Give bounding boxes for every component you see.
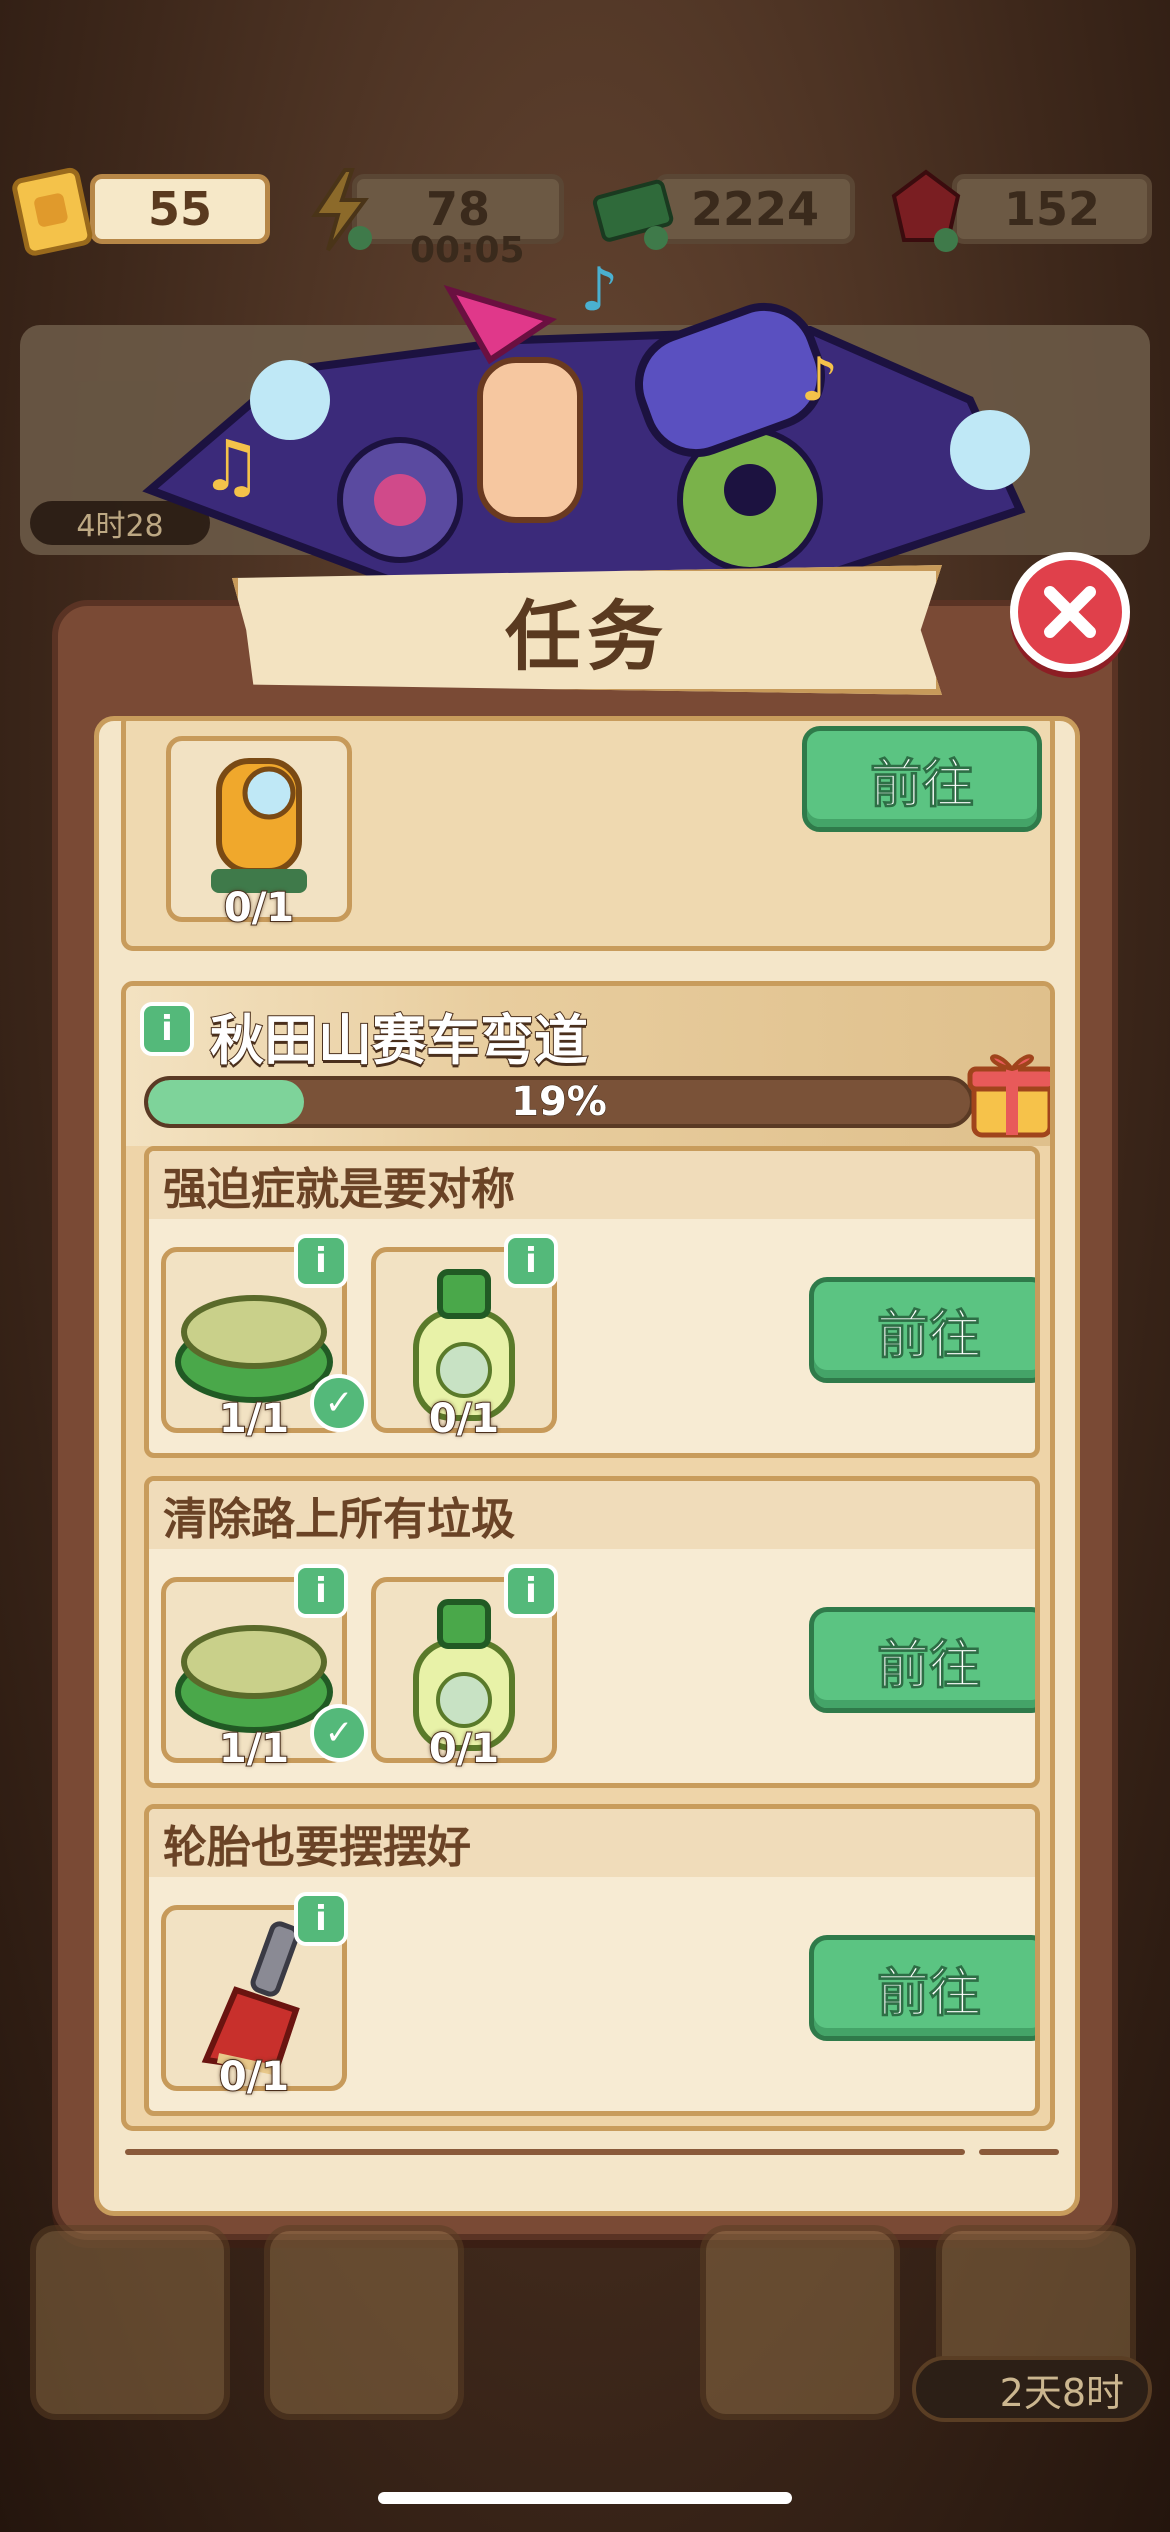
- svg-text:♪: ♪: [580, 255, 618, 325]
- task-item-count: 0/1: [218, 2053, 290, 2101]
- panel-title-ribbon: 任务: [232, 565, 942, 695]
- resource-bar: 55 78 00:05 2224 152: [0, 160, 1170, 271]
- go-button[interactable]: 前往: [809, 1935, 1035, 2041]
- task-item[interactable]: 1/1 i ✓: [161, 1234, 368, 1443]
- close-button[interactable]: [1010, 552, 1130, 672]
- task-list[interactable]: 0/1 前往 i 秋田山赛车弯道 19% 强迫症就是要对称 1/1 i ✓ 0/…: [94, 716, 1080, 2216]
- home-indicator[interactable]: [378, 2492, 792, 2504]
- task-item-count: 0/1: [223, 884, 295, 932]
- ticket-count: 55: [147, 182, 212, 236]
- task-item[interactable]: 0/1 i: [371, 1564, 558, 1773]
- item-info-icon[interactable]: i: [504, 1564, 558, 1618]
- road-progress-text: 19%: [511, 1079, 608, 1125]
- panel-title: 任务: [505, 592, 669, 681]
- subtask-card: 强迫症就是要对称 1/1 i ✓ 0/1 i 前往: [144, 1146, 1040, 1458]
- subtask-title: 强迫症就是要对称: [149, 1151, 1035, 1219]
- subtask-title: 清除路上所有垃圾: [149, 1481, 1035, 1549]
- go-button[interactable]: 前往: [809, 1607, 1035, 1713]
- item-info-icon[interactable]: i: [294, 1892, 348, 1946]
- subtask-title: 轮胎也要摆摆好: [149, 1809, 1035, 1877]
- season-timer: 2天8时: [912, 2356, 1152, 2422]
- task-item[interactable]: 0/1 i: [161, 1892, 348, 2101]
- item-info-icon[interactable]: i: [504, 1234, 558, 1288]
- task-panel: 0/1 前往 i 秋田山赛车弯道 19% 强迫症就是要对称 1/1 i ✓ 0/…: [52, 600, 1118, 2240]
- task-item[interactable]: 0/1: [166, 736, 352, 932]
- gem-count: 152: [1003, 182, 1101, 236]
- gem-counter[interactable]: 152: [952, 174, 1152, 244]
- task-item[interactable]: 1/1 i ✓: [161, 1564, 368, 1773]
- ticket-counter[interactable]: 55: [90, 174, 270, 244]
- shop-button[interactable]: [700, 2225, 900, 2420]
- race-road-card: i 秋田山赛车弯道 19% 强迫症就是要对称 1/1 i ✓ 0/1 i 前往 …: [121, 981, 1055, 2131]
- subtask-card: 清除路上所有垃圾 1/1 i ✓ 0/1 i 前往: [144, 1476, 1040, 1788]
- item-info-icon[interactable]: i: [294, 1564, 348, 1618]
- check-icon: ✓: [310, 1374, 368, 1432]
- back-button[interactable]: [30, 2225, 230, 2420]
- gem-icon: [891, 169, 961, 252]
- energy-count: 78: [425, 182, 490, 236]
- road-info-icon[interactable]: i: [140, 1002, 194, 1056]
- go-button[interactable]: 前往: [802, 726, 1042, 832]
- music-mascot-illustration: ♫ ♪ ♪: [142, 255, 1030, 584]
- task-item-count: 0/1: [428, 1725, 500, 1773]
- ticket-icon: [12, 167, 93, 256]
- go-button[interactable]: 前往: [809, 1277, 1035, 1383]
- check-icon: ✓: [310, 1704, 368, 1762]
- cash-count: 2224: [690, 182, 820, 236]
- subtask-card: 轮胎也要摆摆好 0/1 i 前往: [144, 1804, 1040, 2116]
- cash-icon: [592, 179, 674, 250]
- backpack-button[interactable]: [264, 2225, 464, 2420]
- task-item-count: 0/1: [428, 1395, 500, 1443]
- item-info-icon[interactable]: i: [294, 1234, 348, 1288]
- task-item[interactable]: 0/1 i: [371, 1234, 558, 1443]
- lightning-icon: [311, 168, 372, 252]
- gift-box-icon[interactable]: [964, 1041, 1055, 1141]
- task-card-top: 0/1 前往: [121, 721, 1055, 951]
- svg-text:♫: ♫: [200, 425, 263, 507]
- svg-text:♪: ♪: [800, 345, 838, 415]
- list-divider: [979, 2149, 1059, 2155]
- road-progress-bar: 19%: [144, 1076, 974, 1128]
- close-icon: [1044, 586, 1096, 638]
- list-divider: [125, 2149, 965, 2155]
- road-name: 秋田山赛车弯道: [209, 1008, 589, 1073]
